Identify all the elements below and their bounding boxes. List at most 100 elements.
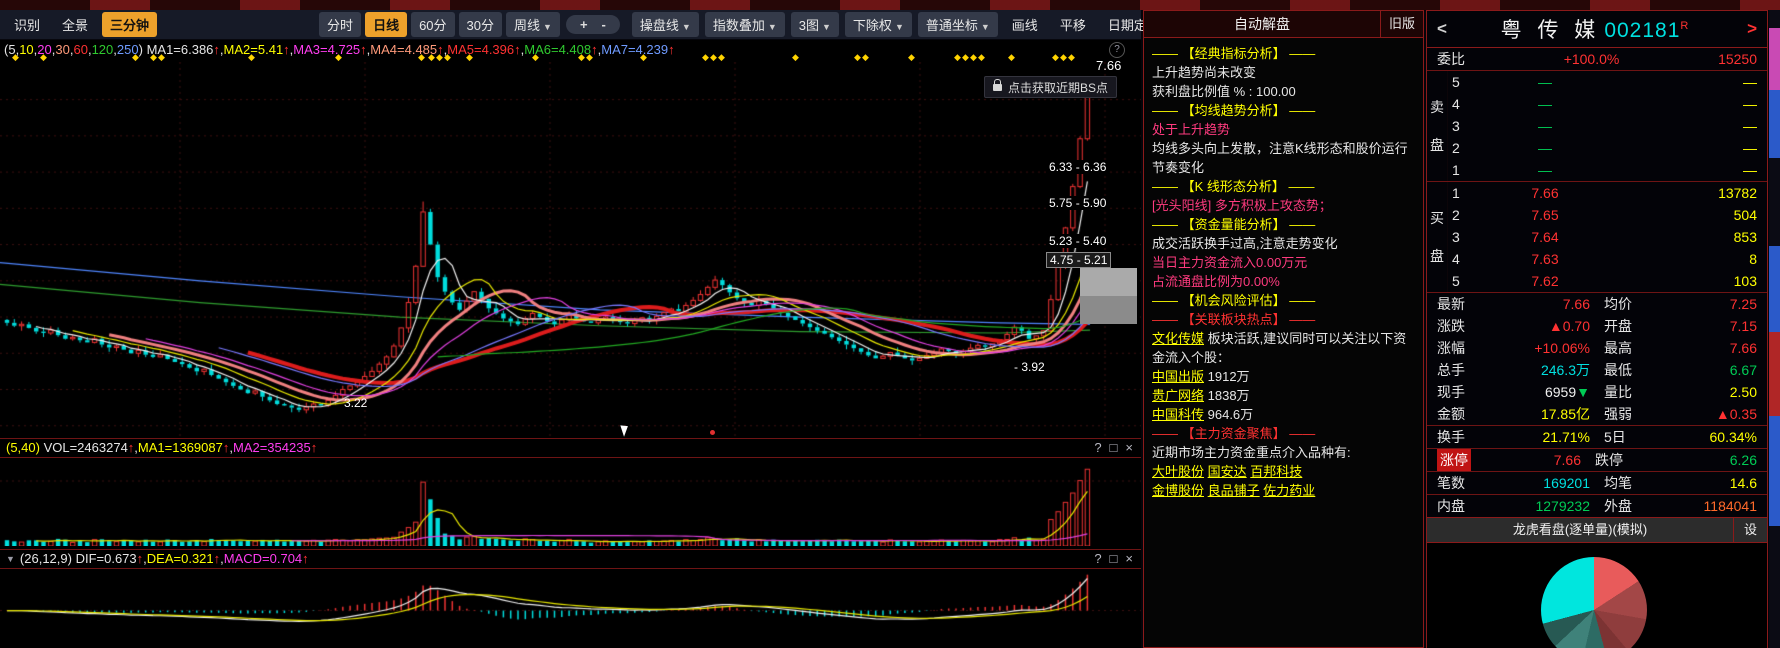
stock-link[interactable]: 佐力药业 (1263, 483, 1315, 498)
header-segment: (26,12,9) (20, 551, 76, 566)
toolbar-right-button-5[interactable]: 画线 (1004, 12, 1046, 37)
analysis-line: —— 【K 线形态分析】 —— (1152, 177, 1415, 196)
ask-row[interactable]: 4—— (1448, 93, 1767, 115)
toolbar-right-button-3[interactable]: 下除权▼ (845, 12, 912, 37)
ask-row[interactable]: 1—— (1448, 159, 1767, 181)
analysis-text: 均线多头向上发散，注意K线形态和股价运行节奏变化 (1152, 141, 1408, 175)
auto-analysis-title: 自动解盘 (1144, 11, 1380, 37)
analysis-line: [光头阳线] 多方积极上攻态势； (1152, 196, 1415, 215)
side-label-char: 盘 (1430, 135, 1444, 155)
period-button-3[interactable]: 30分 (459, 12, 502, 37)
level-price: 7.62 (1478, 270, 1612, 292)
stock-link[interactable]: 中国出版 (1152, 369, 1204, 384)
side-tab-2[interactable] (1769, 90, 1780, 158)
analysis-text: 当日主力资金流入0.00万元 (1152, 255, 1307, 270)
ask-row[interactable]: 2—— (1448, 137, 1767, 159)
toolbar-left-button-0[interactable]: 识别 (6, 12, 48, 37)
stock-link[interactable]: 文化传媒 (1152, 331, 1204, 346)
level-number: 5 (1448, 270, 1478, 292)
stock-link[interactable]: 良品铺子 (1208, 483, 1260, 498)
stock-link[interactable]: 金博股份 (1152, 483, 1204, 498)
maximize-icon[interactable]: □ (1110, 549, 1118, 569)
stock-link[interactable]: 国安达 (1208, 464, 1247, 479)
side-tab-5[interactable] (1769, 332, 1780, 416)
stock-link[interactable]: 中国科传 (1152, 407, 1204, 422)
level-number: 4 (1448, 93, 1478, 115)
help-icon[interactable]: ? (1094, 549, 1101, 569)
side-tab-3[interactable] (1769, 158, 1780, 246)
indicator-dropdown-caret[interactable]: ▼ (6, 549, 15, 569)
analysis-text: 近期市场主力资金重点介入品种有: (1152, 445, 1351, 460)
side-tab-7[interactable] (1769, 526, 1780, 648)
bid-row[interactable]: 27.65504 (1448, 204, 1767, 226)
zoom-out-button[interactable]: - (596, 17, 612, 32)
price-label-392: - 3.92 (1014, 360, 1045, 374)
signal-diamond-icon: ◆ (702, 52, 709, 63)
side-tab-1[interactable] (1769, 28, 1780, 90)
macd-pane-header: ▼ (26,12,9) DIF=0.673↑,DEA=0.321↑,MACD=0… (0, 549, 1141, 569)
signal-diamond-icon: ◆ (158, 52, 165, 63)
price-label-322: 3.22 (344, 396, 367, 410)
signal-diamond-icon: ◆ (970, 52, 977, 63)
maximize-icon[interactable]: □ (1110, 438, 1118, 458)
stock-link[interactable]: 大叶股份 (1152, 464, 1204, 479)
period-button-4[interactable]: 周线▼ (506, 12, 560, 37)
bid-row[interactable]: 47.638 (1448, 248, 1767, 270)
stock-link[interactable]: 贵广网络 (1152, 388, 1204, 403)
chevron-down-icon: ▼ (895, 22, 904, 32)
period-button-1[interactable]: 日线 (365, 12, 407, 37)
volume-canvas[interactable] (0, 459, 1141, 546)
analysis-line: 上升趋势尚未改变 (1152, 63, 1415, 82)
dragon-settings-button[interactable]: 设 (1733, 518, 1767, 542)
bid-row[interactable]: 17.6613782 (1448, 182, 1767, 204)
close-icon[interactable]: × (1125, 438, 1133, 458)
old-version-button[interactable]: 旧版 (1380, 11, 1423, 37)
stat-row: 现手6959▼量比2.50 (1427, 381, 1767, 403)
stat-value: 1184041 (1656, 495, 1757, 517)
stock-link[interactable]: 百邦科技 (1250, 464, 1302, 479)
level-volume: 504 (1612, 204, 1767, 226)
toolbar-right-button-0[interactable]: 操盘线▼ (632, 12, 699, 37)
ask-row[interactable]: 5—— (1448, 71, 1767, 93)
side-tab-4[interactable] (1769, 246, 1780, 332)
stat-label: 涨停 (1437, 449, 1471, 471)
analysis-text: 上升趋势尚未改变 (1152, 65, 1256, 80)
down-arrow-icon: ▼ (1576, 384, 1590, 400)
toolbar-right-button-6[interactable]: 平移 (1052, 12, 1094, 37)
bs-points-hint-button[interactable]: 点击获取近期BS点 (984, 76, 1117, 98)
stat-row: 涨幅+10.06%最高7.66 (1427, 337, 1767, 359)
bid-row[interactable]: 57.62103 (1448, 270, 1767, 292)
prev-stock-button[interactable]: < (1437, 19, 1447, 39)
bid-row[interactable]: 37.64853 (1448, 226, 1767, 248)
main-kline-canvas[interactable] (0, 62, 1141, 438)
signal-diamond-icon: ◆ (1008, 52, 1015, 63)
analysis-text: 1912万 (1204, 369, 1250, 384)
toolbar-right-button-4[interactable]: 普通坐标▼ (918, 12, 998, 37)
stat-label: 内盘 (1437, 495, 1489, 517)
level-volume: 13782 (1612, 182, 1767, 204)
next-stock-button[interactable]: > (1747, 19, 1757, 39)
close-icon[interactable]: × (1125, 549, 1133, 569)
toolbar-left-button-2[interactable]: 三分钟 (102, 12, 157, 37)
margin-r-tag: R (1680, 20, 1693, 32)
period-button-0[interactable]: 分时 (319, 12, 361, 37)
help-icon[interactable]: ? (1094, 438, 1101, 458)
side-tab-6[interactable] (1769, 416, 1780, 526)
stat-label: 最高 (1604, 337, 1656, 359)
zoom-in-button[interactable]: + (574, 17, 594, 32)
chart-toolbar: 识别全景三分钟 分时日线60分30分周线▼ + - 操盘线▼指数叠加▼3图▼下除… (0, 10, 1141, 40)
level-number: 4 (1448, 248, 1478, 270)
period-button-2[interactable]: 60分 (411, 12, 454, 37)
toolbar-left-button-1[interactable]: 全景 (54, 12, 96, 37)
toolbar-right-button-2[interactable]: 3图▼ (791, 12, 839, 37)
analysis-text: —— 【K 线形态分析】 —— (1152, 179, 1315, 194)
toolbar-right-button-1[interactable]: 指数叠加▼ (705, 12, 785, 37)
signal-diamond-markers: ◆◆◆◆◆◆◆◆◆◆◆◆◆◆◆◆◆◆◆◆◆◆◆◆◆◆◆◆◆◆◆ (0, 52, 1141, 64)
signal-diamond-icon: ◆ (962, 52, 969, 63)
stock-code: 002181 (1604, 19, 1680, 42)
price-range-label: 4.75 - 5.21 (1046, 252, 1111, 268)
macd-canvas[interactable] (0, 570, 1141, 648)
side-tab-0[interactable] (1769, 10, 1780, 28)
ask-row[interactable]: 3—— (1448, 115, 1767, 137)
stat-label: 均价 (1604, 293, 1656, 315)
